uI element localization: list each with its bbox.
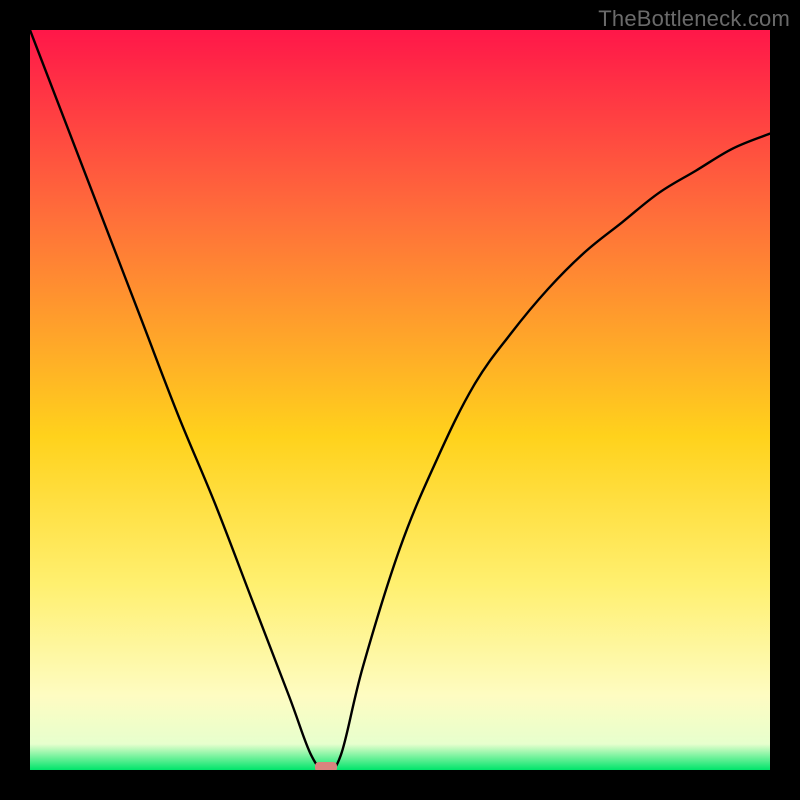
gradient-background (30, 30, 770, 770)
chart-frame: TheBottleneck.com (0, 0, 800, 800)
plot-area (30, 30, 770, 770)
chart-svg (30, 30, 770, 770)
min-marker (315, 762, 337, 770)
watermark-text: TheBottleneck.com (598, 6, 790, 32)
